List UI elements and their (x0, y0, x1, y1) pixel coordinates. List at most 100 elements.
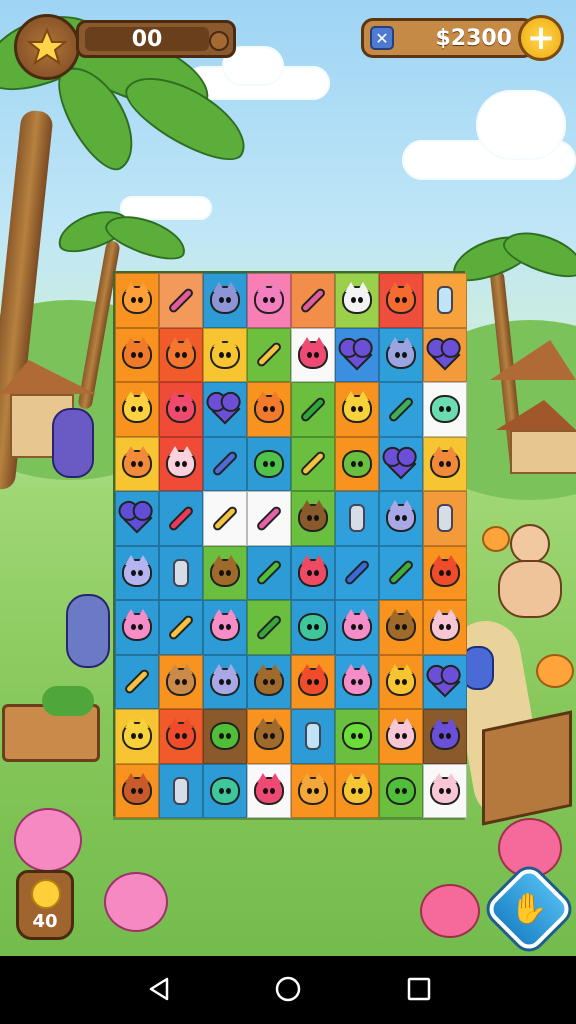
tile-pig[interactable] (247, 763, 291, 818)
tile-pig[interactable] (247, 273, 291, 328)
tile-blob[interactable] (335, 709, 379, 764)
tile-dog[interactable] (379, 327, 423, 382)
add-coins-button[interactable]: + (518, 15, 564, 61)
tile-pig[interactable] (379, 709, 423, 764)
tile-cat[interactable] (379, 654, 423, 709)
tile-dog[interactable] (247, 709, 291, 764)
pig-face-icon (122, 609, 152, 642)
tile-pig[interactable] (159, 382, 203, 437)
tile-lion[interactable] (115, 273, 159, 328)
bottle-icon (437, 286, 453, 315)
cat-face-icon (122, 718, 152, 751)
tile-cat[interactable] (335, 382, 379, 437)
heart-icon (121, 502, 153, 534)
tile-bar[interactable] (203, 491, 247, 546)
tile-bar[interactable] (159, 491, 203, 546)
tile-cat[interactable] (115, 545, 159, 600)
tile-blob[interactable] (203, 709, 247, 764)
tile-pig[interactable] (423, 763, 467, 818)
tile-fox[interactable] (291, 654, 335, 709)
tile-moose[interactable] (203, 545, 247, 600)
tile-bottle[interactable] (423, 273, 467, 328)
tile-cat[interactable] (335, 763, 379, 818)
tile-cat[interactable] (115, 436, 159, 491)
cloud (476, 90, 566, 160)
tile-bar[interactable] (291, 436, 335, 491)
tile-blob[interactable] (423, 382, 467, 437)
tile-blob[interactable] (335, 436, 379, 491)
tile-bar[interactable] (247, 491, 291, 546)
star-badge (14, 14, 80, 80)
dog-face-icon (342, 282, 372, 315)
tile-cat[interactable] (203, 327, 247, 382)
tile-dog[interactable] (335, 273, 379, 328)
recent-apps-button[interactable] (404, 974, 434, 1004)
tile-bottle[interactable] (159, 763, 203, 818)
tile-pig[interactable] (159, 436, 203, 491)
tile-heart[interactable] (335, 327, 379, 382)
booster-badge[interactable]: 40 (16, 870, 74, 940)
tile-pig[interactable] (291, 327, 335, 382)
tile-blob[interactable] (379, 763, 423, 818)
tile-lion[interactable] (115, 763, 159, 818)
tile-bottle[interactable] (423, 491, 467, 546)
tile-fox[interactable] (379, 273, 423, 328)
tile-cat[interactable] (423, 436, 467, 491)
tile-bar[interactable] (159, 600, 203, 655)
tile-cat[interactable] (247, 382, 291, 437)
tile-dog[interactable] (159, 654, 203, 709)
tile-fox[interactable] (159, 709, 203, 764)
tile-bottle[interactable] (335, 491, 379, 546)
tile-bar[interactable] (335, 545, 379, 600)
home-button[interactable] (273, 974, 303, 1004)
fox-face-icon (166, 336, 196, 369)
tile-cat[interactable] (115, 382, 159, 437)
tile-pig[interactable] (115, 600, 159, 655)
tile-heart[interactable] (423, 327, 467, 382)
tile-heart[interactable] (379, 436, 423, 491)
tile-pig[interactable] (423, 600, 467, 655)
tile-fox[interactable] (159, 327, 203, 382)
tile-bar[interactable] (203, 436, 247, 491)
tile-candy[interactable] (159, 273, 203, 328)
tile-cat[interactable] (423, 709, 467, 764)
tile-cat[interactable] (203, 654, 247, 709)
tile-moose[interactable] (291, 491, 335, 546)
hint-button[interactable]: ✋ (483, 863, 575, 955)
tile-heart[interactable] (115, 491, 159, 546)
tile-bar[interactable] (379, 545, 423, 600)
tile-pig[interactable] (335, 600, 379, 655)
tile-bar[interactable] (247, 600, 291, 655)
tile-fox[interactable] (423, 545, 467, 600)
back-button[interactable] (145, 974, 175, 1004)
tile-bar[interactable] (291, 382, 335, 437)
tile-blob[interactable] (291, 600, 335, 655)
tile-fox[interactable] (115, 327, 159, 382)
tile-candy[interactable] (291, 273, 335, 328)
tile-bar[interactable] (247, 545, 291, 600)
tile-cat[interactable] (115, 709, 159, 764)
tile-bottle[interactable] (291, 709, 335, 764)
tile-bar[interactable] (379, 382, 423, 437)
tile-blob[interactable] (247, 436, 291, 491)
tile-cat[interactable] (379, 491, 423, 546)
back-triangle-icon (149, 977, 169, 1001)
cat-face-icon (254, 391, 284, 424)
tile-heart[interactable] (203, 382, 247, 437)
tile-bar[interactable] (247, 327, 291, 382)
tile-pig[interactable] (203, 600, 247, 655)
tile-bottle[interactable] (159, 545, 203, 600)
tile-cat[interactable] (203, 273, 247, 328)
cat-face-icon (210, 663, 240, 696)
blob-face-icon (210, 722, 240, 751)
blob-face-icon (342, 449, 372, 478)
heart-icon (429, 339, 461, 371)
tile-cat[interactable] (291, 763, 335, 818)
tile-dog[interactable] (247, 654, 291, 709)
tile-dog[interactable] (379, 600, 423, 655)
tile-blob[interactable] (203, 763, 247, 818)
tile-pig[interactable] (335, 654, 379, 709)
tile-bar[interactable] (115, 654, 159, 709)
tile-heart[interactable] (423, 654, 467, 709)
tile-pig[interactable] (291, 545, 335, 600)
